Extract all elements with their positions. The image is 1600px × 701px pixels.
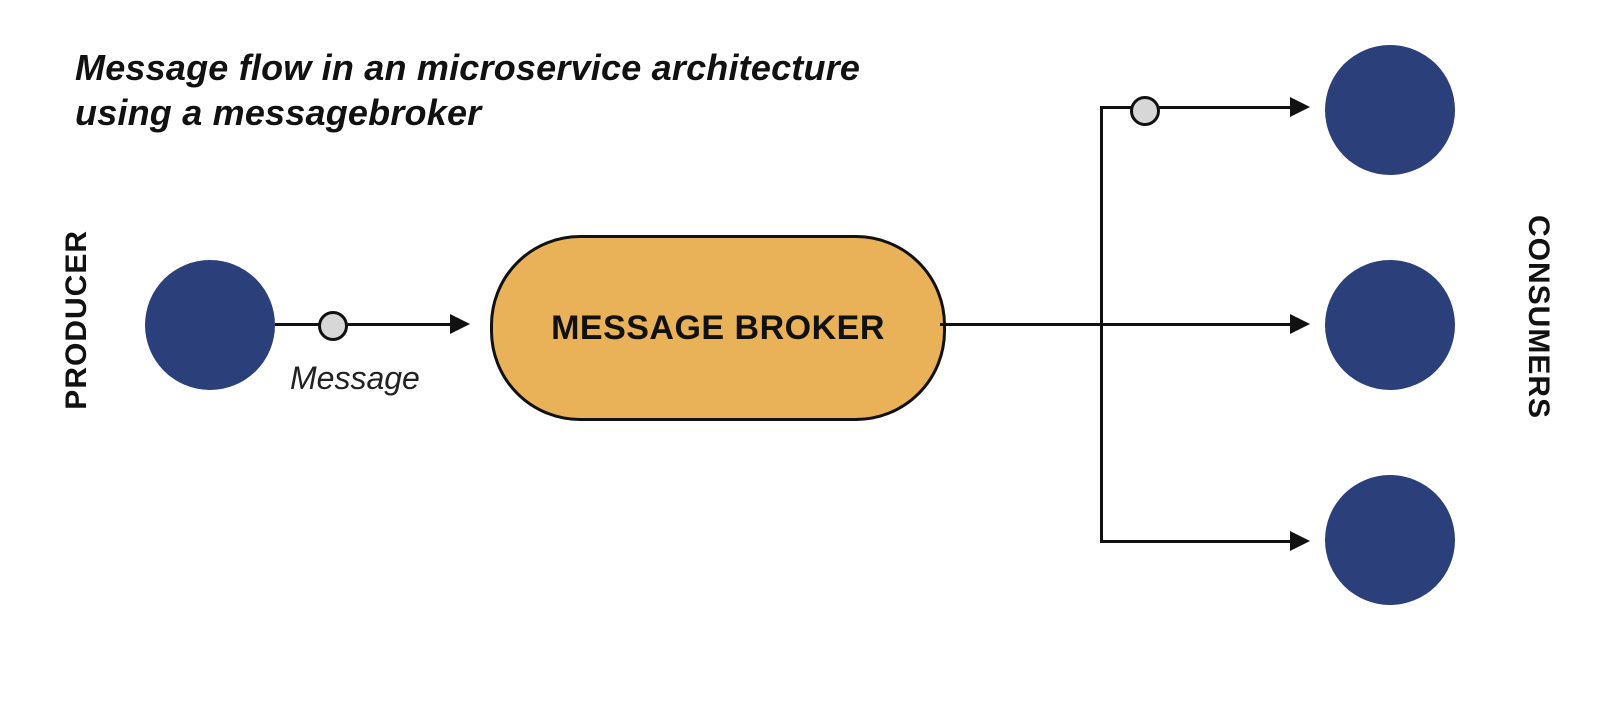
arrow-producer-to-broker-head-icon: [450, 314, 470, 334]
diagram-canvas: Message flow in an microservice architec…: [0, 0, 1600, 701]
branch-vertical-line: [1100, 106, 1103, 541]
diagram-title: Message flow in an microservice architec…: [75, 45, 860, 135]
message-dot-icon: [318, 311, 348, 341]
arrow-broker-to-consumer-bottom-head-icon: [1290, 531, 1310, 551]
arrow-producer-to-broker-line: [275, 323, 450, 326]
title-line-2: using a messagebroker: [75, 92, 481, 133]
consumer-node: [1325, 45, 1455, 175]
title-line-1: Message flow in an microservice architec…: [75, 47, 860, 88]
producer-label: PRODUCER: [60, 230, 94, 410]
producer-node: [145, 260, 275, 390]
message-dot-icon: [1130, 96, 1160, 126]
message-broker-node: MESSAGE BROKER: [490, 235, 946, 421]
message-label: Message: [290, 360, 420, 397]
consumer-node: [1325, 260, 1455, 390]
arrow-broker-to-consumer-mid-head-icon: [1290, 314, 1310, 334]
consumer-node: [1325, 475, 1455, 605]
consumers-label: CONSUMERS: [1521, 215, 1555, 419]
message-broker-label: MESSAGE BROKER: [551, 309, 885, 348]
arrow-broker-to-consumer-mid-line: [940, 323, 1290, 326]
arrow-broker-to-consumer-top-line: [1100, 106, 1290, 109]
arrow-broker-to-consumer-top-head-icon: [1290, 97, 1310, 117]
arrow-broker-to-consumer-bottom-line: [1100, 540, 1290, 543]
